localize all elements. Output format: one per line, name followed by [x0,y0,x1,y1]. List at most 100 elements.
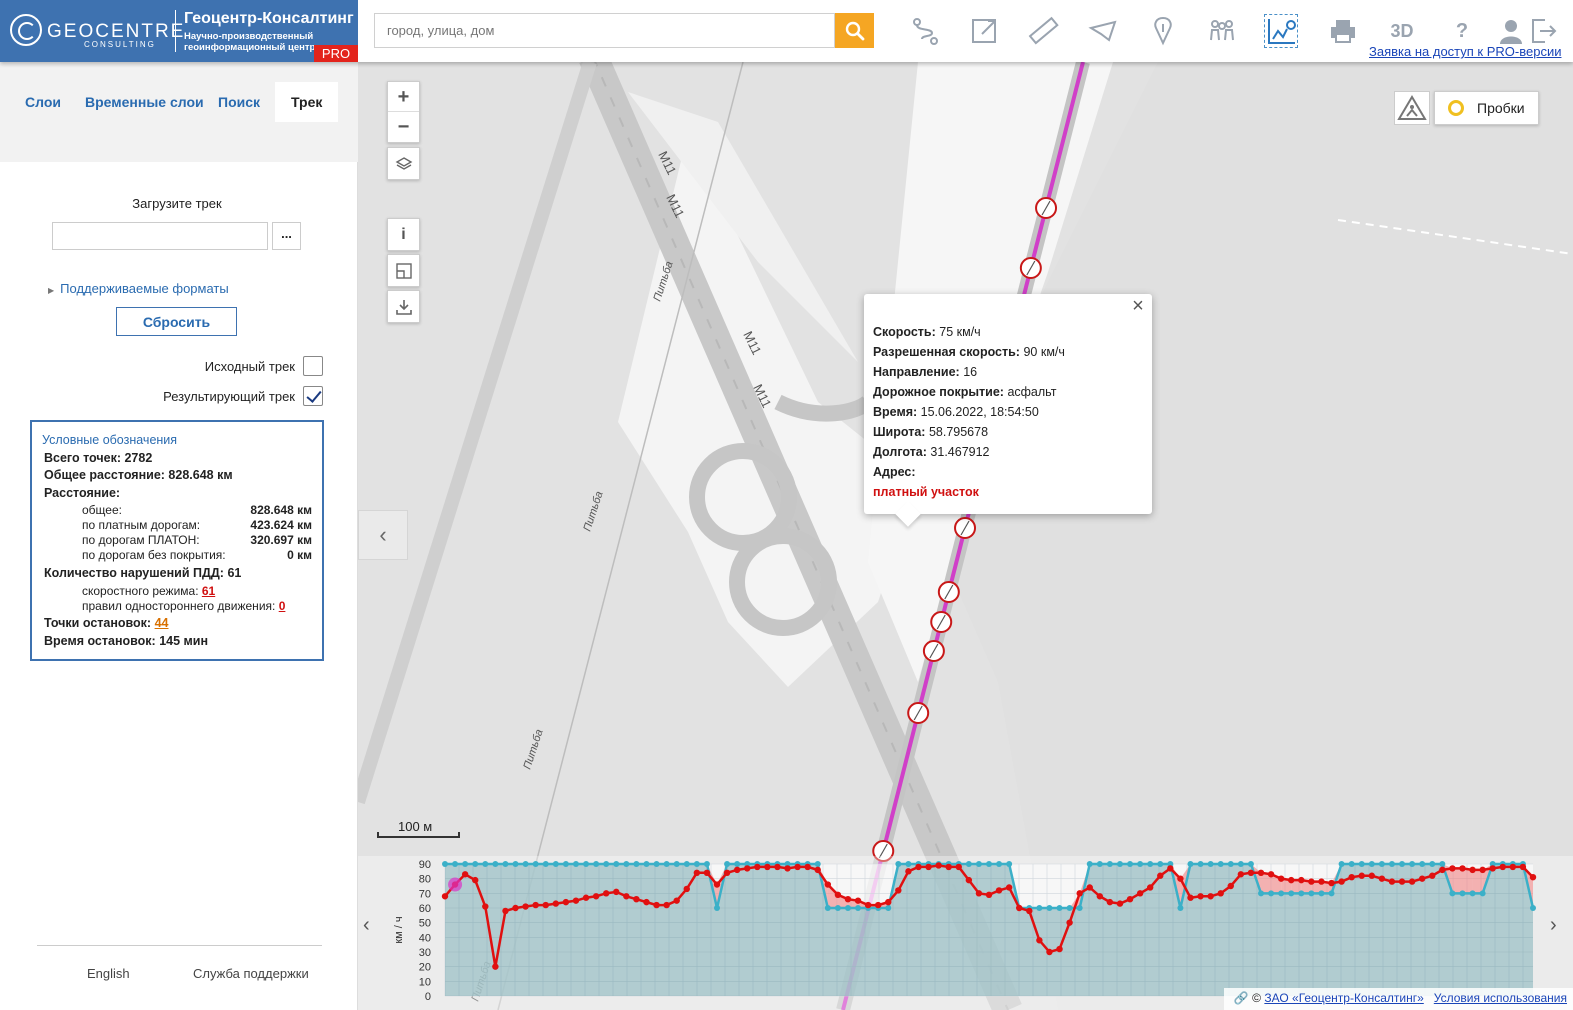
speed-limit-point [1358,861,1365,867]
layers-button[interactable] [387,147,420,180]
speed-violations-link[interactable]: 61 [202,584,215,598]
speed-limit-point [1449,890,1456,897]
download-button[interactable] [387,290,420,323]
search-input[interactable] [374,13,835,48]
speed-point [784,865,791,872]
speed-limit-point [673,861,680,867]
speed-point [834,891,842,898]
tab-temporary-layers[interactable]: Временные слои [85,82,204,122]
speed-point [754,863,761,871]
logo[interactable]: GEOCENTRE CONSULTING Геоцентр-Консалтинг… [0,0,358,62]
track-tool[interactable] [1264,14,1298,48]
paid-section-note: платный участок [873,485,979,499]
speed-point [935,862,942,869]
speed-point [1348,874,1355,881]
zoom-out-button[interactable]: − [388,112,419,142]
speed-limit-point [1096,861,1103,867]
3d-tool[interactable]: 3D [1385,14,1419,48]
area-tool[interactable] [1087,14,1121,48]
speed-limit-point [452,861,459,867]
speed-point [602,890,610,897]
speed-limit-point [1006,861,1013,867]
zoom-in-button[interactable]: + [388,82,419,112]
search-icon [845,21,865,41]
supported-formats-link[interactable]: ▶ Поддерживаемые форматы [48,281,229,296]
speed-point [1509,863,1517,871]
export-tool[interactable] [968,14,1002,48]
speed-point [774,863,781,871]
speed-point [1207,893,1214,900]
result-track-checkbox[interactable] [303,386,323,406]
speed-point [854,897,862,904]
violations-value: 61 [227,566,242,580]
speed-point [613,888,620,896]
speed-limit-point [714,905,720,911]
tab-track[interactable]: Трек [275,82,339,122]
road-works-icon [1397,95,1427,120]
pro-access-link[interactable]: Заявка на доступ к PRO-версии [1369,44,1561,59]
track-file-input[interactable] [52,222,268,250]
speed-point [552,900,560,907]
source-track-checkbox[interactable] [303,356,323,376]
speed-point [1489,865,1496,872]
speed-limit-point [1419,861,1426,867]
speed-limit-point [1439,861,1446,867]
speed-point [1388,878,1396,885]
reset-button[interactable]: Сбросить [116,307,237,336]
popup-row-label: Адрес: [873,465,916,479]
popup-row-value: 58.795678 [928,425,989,439]
chart-next-button[interactable]: › [1550,914,1557,937]
source-track-toggle[interactable]: Исходный трек [205,356,323,376]
oneway-violations-link[interactable]: 0 [279,599,286,613]
company-link[interactable]: ЗАО «Геоцентр-Консалтинг» [1264,991,1423,1005]
ruler-tool[interactable] [1027,14,1061,48]
speed-limit-point [1278,890,1285,897]
close-icon[interactable]: × [1130,296,1146,316]
help-tool[interactable]: ? [1445,14,1479,48]
logout-tool[interactable] [1527,14,1561,48]
speed-point [1086,884,1093,891]
popup-row: Адрес: [873,462,1143,482]
user-tool[interactable] [1494,14,1528,48]
speed-limit-point [824,905,831,911]
speed-limit-point [1247,861,1254,867]
language-link[interactable]: English [87,966,130,981]
people-tool[interactable] [1205,14,1239,48]
select-area-button[interactable] [387,254,420,287]
terms-link[interactable]: Условия использования [1434,991,1567,1005]
speed-chart[interactable]: 0 10 20 30 40 50 60 70 80 90 км / ч [358,856,1573,1010]
chart-prev-button[interactable]: ‹ [363,914,370,937]
speed-limit-point [1227,861,1234,867]
info-pin-tool[interactable] [1146,14,1180,48]
scale-bar [377,832,460,838]
speed-point [955,863,962,871]
speed-limit-point [663,861,670,867]
tab-search[interactable]: Поиск [218,82,260,122]
traffic-button[interactable]: Пробки [1434,91,1539,125]
top-bar: GEOCENTRE CONSULTING Геоцентр-Консалтинг… [0,0,1573,62]
popup-row: Дорожное покрытие: асфальт [873,382,1143,402]
route-tool[interactable] [908,14,942,48]
result-track-toggle[interactable]: Результирующий трек [163,386,323,406]
stop-points-link[interactable]: 44 [155,616,169,630]
speed-point [1459,865,1466,872]
info-button[interactable]: i [387,218,420,251]
speed-point [663,901,670,909]
select-area-icon [395,263,412,279]
browse-file-button[interactable]: ... [272,222,301,250]
road-works-button[interactable] [1394,91,1430,125]
search-button[interactable] [835,13,874,48]
collapse-sidebar-button[interactable]: ‹ [358,510,408,560]
oneway-violations: правил одностороннего движения: 0 [82,599,285,613]
speed-limit-point [1046,905,1053,911]
speed-point [472,876,479,884]
speed-limit-point [552,861,559,867]
speed-point [441,893,449,900]
speed-limit-point [482,861,489,867]
tab-layers[interactable]: Слои [25,82,61,122]
support-link[interactable]: Служба поддержки [193,966,309,981]
distance-row-label: по дорогам без покрытия: [82,548,226,562]
map[interactable]: М11 М11 М11 М11 Питьба Питьба Питьба Пит… [358,62,1573,1010]
print-tool[interactable] [1326,14,1360,48]
speed-point [1429,872,1436,879]
